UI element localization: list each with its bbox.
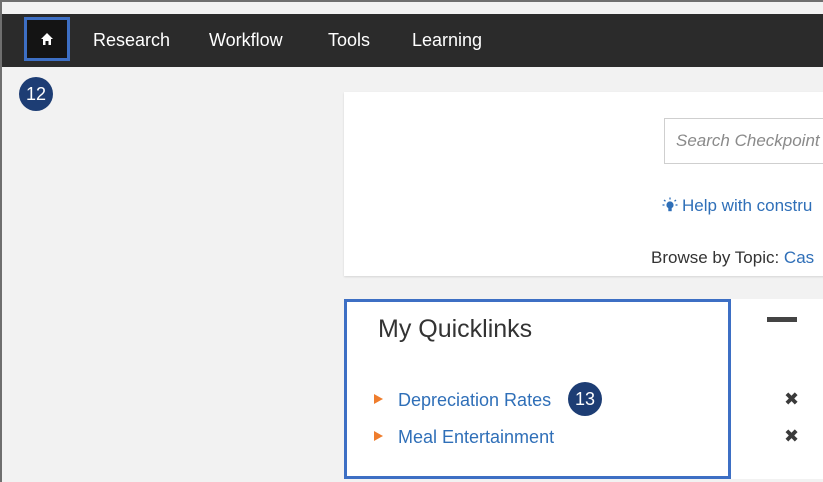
close-icon[interactable]: ✖ (784, 390, 799, 408)
home-icon (41, 33, 53, 45)
browse-by-topic: Browse by Topic: Cas (651, 248, 814, 268)
search-input[interactable] (664, 118, 823, 164)
callout-badge-quicklink: 13 (568, 382, 602, 416)
quicklink-label: Depreciation Rates (398, 390, 552, 410)
arrow-right-icon (374, 394, 383, 404)
nav-research[interactable]: Research (93, 14, 170, 67)
quicklink-label: Meal Entertainment (398, 427, 555, 447)
quicklinks-panel: My Quicklinks Depreciation Rates Meal En… (344, 299, 731, 479)
app-frame: Research Workflow Tools Learning 12 Help… (0, 0, 823, 482)
minus-icon[interactable] (767, 317, 797, 322)
search-help-text: Help with constru (682, 196, 813, 215)
search-card: Help with constru Browse by Topic: Cas (344, 92, 823, 276)
nav-tools[interactable]: Tools (328, 14, 370, 67)
browse-topic-link[interactable]: Cas (784, 248, 814, 267)
arrow-right-icon (374, 431, 383, 441)
browse-label: Browse by Topic: (651, 248, 784, 267)
lightbulb-icon (662, 197, 678, 212)
quicklink-meal-entertainment[interactable]: Meal Entertainment (374, 427, 554, 448)
quicklink-depreciation-rates[interactable]: Depreciation Rates (374, 390, 551, 411)
nav-workflow[interactable]: Workflow (209, 14, 283, 67)
top-navigation-bar: Research Workflow Tools Learning (2, 14, 823, 67)
callout-badge-home: 12 (19, 77, 53, 111)
quicklinks-title: My Quicklinks (378, 315, 533, 343)
quicklinks-actions: ✖ ✖ (731, 299, 823, 479)
search-help-link[interactable]: Help with constru (662, 196, 812, 216)
nav-learning[interactable]: Learning (412, 14, 482, 67)
home-button[interactable] (24, 17, 70, 61)
close-icon[interactable]: ✖ (784, 427, 799, 445)
